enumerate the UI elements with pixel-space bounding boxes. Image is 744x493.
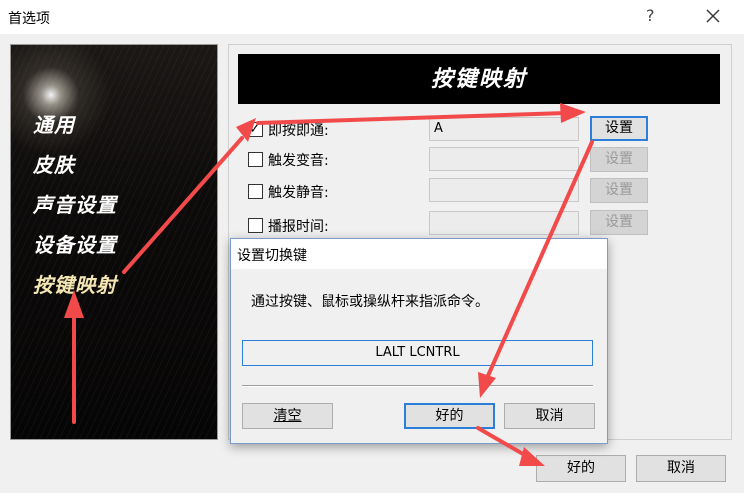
push-to-talk-label: 即按即通: — [268, 123, 329, 139]
announce-time-set-button[interactable]: 设置 — [590, 210, 648, 235]
sidebar-item-sound-settings[interactable]: 声音设置 — [33, 189, 117, 218]
announce-time-checkbox[interactable] — [248, 218, 263, 233]
help-button[interactable]: ? — [646, 6, 655, 25]
dialog-clear-label: 清空 — [273, 408, 302, 424]
push-to-talk-set-button[interactable]: 设置 — [590, 116, 648, 141]
mute-set-button[interactable]: 设置 — [590, 178, 648, 203]
mute-checkbox[interactable] — [248, 184, 263, 199]
sidebar-item-general[interactable]: 通用 — [33, 109, 75, 138]
announce-time-key-field — [429, 211, 579, 235]
dialog-divider — [242, 385, 593, 387]
mute-key-field — [429, 178, 579, 202]
set-hotkey-dialog: 设置切换键 通过按键、鼠标或操纵杆来指派命令。 LALT LCNTRL 清空 好… — [230, 238, 608, 444]
dialog-title: 设置切换键 — [237, 248, 307, 264]
title-bar: 首选项 ? — [0, 0, 744, 34]
sidebar-item-skin[interactable]: 皮肤 — [33, 149, 75, 178]
announce-time-label: 播报时间: — [268, 219, 329, 235]
dialog-ok-button[interactable]: 好的 — [404, 403, 495, 429]
checkmark-icon: ✓ — [249, 121, 261, 137]
sidebar-item-key-mapping[interactable]: 按键映射 — [33, 269, 117, 298]
voice-change-key-field — [429, 147, 579, 171]
dialog-clear-button[interactable]: 清空 — [242, 403, 333, 429]
sidebar-item-device-settings[interactable]: 设备设置 — [33, 229, 117, 258]
close-icon[interactable] — [700, 3, 726, 29]
dialog-title-bar: 设置切换键 — [231, 239, 607, 269]
dialog-prompt: 通过按键、鼠标或操纵杆来指派命令。 — [251, 294, 489, 310]
sidebar: 通用 皮肤 声音设置 设备设置 按键映射 — [10, 44, 218, 440]
section-header: 按键映射 — [238, 54, 720, 104]
window-title: 首选项 — [8, 11, 50, 27]
mute-label: 触发静音: — [268, 185, 329, 201]
hotkey-display-field[interactable]: LALT LCNTRL — [242, 340, 593, 366]
voice-change-checkbox[interactable] — [248, 152, 263, 167]
cancel-button[interactable]: 取消 — [636, 455, 726, 482]
voice-change-label: 触发变音: — [268, 153, 329, 169]
dialog-cancel-button[interactable]: 取消 — [504, 403, 595, 429]
voice-change-set-button[interactable]: 设置 — [590, 147, 648, 172]
push-to-talk-checkbox[interactable]: ✓ — [248, 121, 263, 137]
ok-button[interactable]: 好的 — [536, 455, 626, 482]
push-to-talk-key-field: A — [429, 117, 579, 141]
section-header-title: 按键映射 — [430, 66, 527, 92]
